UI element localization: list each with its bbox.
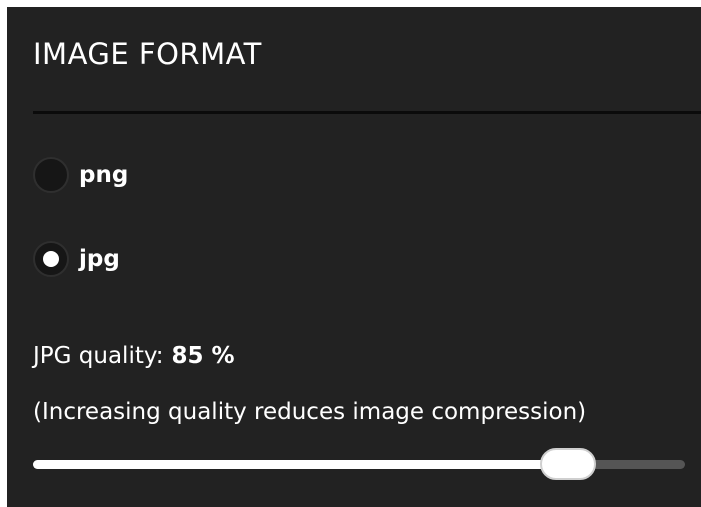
radio-option-png[interactable]: png	[33, 157, 128, 193]
radio-label-jpg: jpg	[79, 246, 120, 272]
jpg-quality-value: 85 %	[171, 343, 235, 369]
panel-title: IMAGE FORMAT	[33, 37, 262, 71]
jpg-quality-line: JPG quality: 85 %	[33, 343, 235, 369]
radio-unselected-icon[interactable]	[33, 157, 69, 193]
radio-selected-dot	[43, 251, 59, 267]
slider-fill	[33, 460, 568, 469]
jpg-quality-slider[interactable]	[33, 447, 685, 481]
image-format-panel: IMAGE FORMAT png jpg JPG quality: 85 % (I…	[7, 7, 701, 507]
slider-thumb[interactable]	[539, 448, 596, 480]
radio-selected-icon[interactable]	[33, 241, 69, 277]
radio-option-jpg[interactable]: jpg	[33, 241, 120, 277]
divider	[33, 111, 701, 114]
quality-hint: (Increasing quality reduces image compre…	[33, 399, 587, 425]
jpg-quality-label: JPG quality:	[33, 343, 164, 369]
radio-label-png: png	[79, 162, 129, 188]
